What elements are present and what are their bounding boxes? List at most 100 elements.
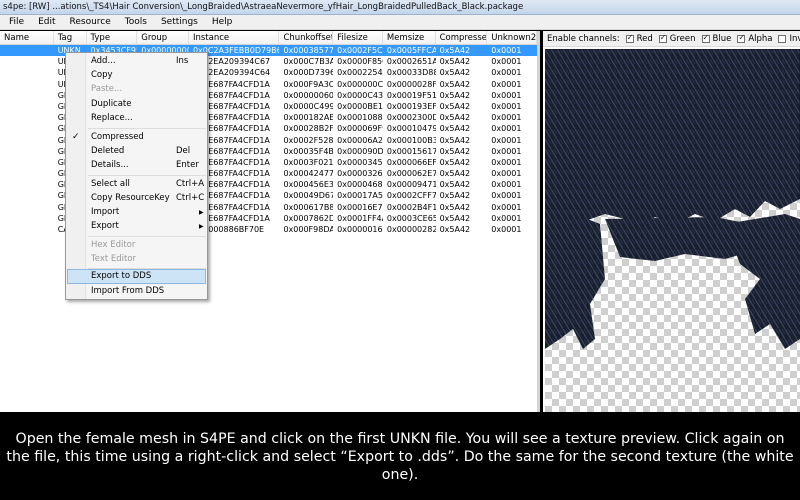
table-cell: 0x0001 (491, 79, 522, 89)
menu-item-export-to-dds[interactable]: Export to DDS (67, 269, 206, 284)
window-titlebar: s4pe: [RW] ...ations\_TS4\Hair Conversio… (0, 0, 800, 15)
col-header-chunkoffset[interactable]: Chunkoffset (279, 31, 334, 44)
table-cell: 0x0002651A (386, 57, 436, 67)
menu-item-compressed[interactable]: ✓ Compressed (66, 131, 207, 144)
hair-texture-graphic (545, 49, 800, 349)
tutorial-caption: Open the female mesh in S4PE and click o… (0, 412, 800, 500)
table-cell: 0x00000282 (386, 225, 436, 234)
menu-item-copy[interactable]: Copy (66, 69, 207, 82)
texture-preview-image (545, 49, 800, 412)
table-cell: 0x5A42 (439, 146, 471, 156)
table-cell: 0x5A42 (439, 202, 471, 212)
table-cell: 0x0001 (491, 124, 522, 134)
table-cell: 0x0001 (491, 146, 522, 156)
channel-blue-checkbox[interactable]: Blue (701, 33, 731, 44)
table-cell: 0x0000BE12 (337, 101, 383, 111)
table-cell: 0x0001 (491, 213, 522, 223)
col-header-tag[interactable]: Tag (54, 31, 87, 44)
channel-red-checkbox[interactable]: Red (625, 33, 653, 44)
menu-tools[interactable]: Tools (118, 17, 154, 27)
table-cell: 0x00009471 (386, 180, 436, 190)
table-cell: 0x0007862D (283, 213, 334, 223)
table-cell: 0x0001 (491, 113, 522, 123)
menu-settings[interactable]: Settings (154, 17, 205, 27)
table-cell: 0x0005FFCA (386, 46, 436, 55)
table-cell (0, 67, 54, 78)
menu-item-copy-resourcekey[interactable]: Copy ResourceKey Ctrl+C (66, 192, 207, 205)
resource-list-header: Name Tag Type Group Instance Chunkoffset… (0, 31, 537, 45)
table-cell: 0x0001 (491, 225, 522, 234)
menu-item-add[interactable]: Add... Ins (66, 55, 207, 68)
table-cell: 0x0001 (491, 157, 522, 167)
menu-item-details[interactable]: Details... Enter (66, 159, 207, 172)
table-cell: 0x0002B4F1 (386, 202, 436, 212)
table-cell: 0x0003F021 (283, 157, 334, 167)
table-cell: 0x00033D88 (386, 68, 436, 78)
menu-separator (88, 128, 206, 129)
menu-item-export[interactable]: Export ▶ (66, 220, 207, 233)
checkbox-icon (625, 33, 634, 43)
menu-separator (88, 175, 206, 176)
col-header-type[interactable]: Type (87, 31, 138, 44)
menu-item-replace[interactable]: Replace... (66, 112, 207, 125)
col-header-memsize[interactable]: Memsize (383, 31, 436, 44)
col-header-name[interactable]: Name (0, 31, 54, 44)
table-cell (0, 45, 54, 56)
col-header-filesize[interactable]: Filesize (333, 31, 383, 44)
table-cell (0, 90, 54, 101)
menu-item-deleted[interactable]: Deleted Del (66, 145, 207, 158)
col-header-instance[interactable]: Instance (189, 31, 280, 44)
menu-item-duplicate[interactable]: Duplicate (66, 98, 207, 111)
table-cell: 0x5A42 (439, 90, 471, 100)
table-cell (0, 224, 54, 235)
channel-invert-checkbox[interactable]: Invert (778, 34, 800, 44)
table-cell: 0x0000028F (386, 79, 436, 89)
table-cell: 0x000456E3 (283, 180, 334, 190)
channels-label: Enable channels: (547, 33, 620, 44)
menu-item-select-all[interactable]: Select all Ctrl+A (66, 178, 207, 191)
menu-edit[interactable]: Edit (31, 17, 62, 27)
table-cell: 0x0002300D (386, 113, 436, 123)
menu-bar: File Edit Resource Tools Settings Help (0, 15, 800, 30)
menu-separator (88, 236, 206, 237)
table-cell: 0x5A42 (439, 124, 471, 134)
checkbox-icon (778, 34, 787, 43)
menu-item-import[interactable]: Import ▶ (66, 206, 207, 219)
table-cell: 0x000D7396 (283, 68, 334, 78)
table-cell (0, 202, 54, 213)
table-cell: 0x00035F4B (283, 146, 334, 156)
table-cell: 0x0001 (491, 90, 522, 100)
menu-help[interactable]: Help (205, 17, 240, 27)
menu-file[interactable]: File (2, 17, 31, 27)
table-cell: 0x0003CE65 (386, 213, 436, 223)
col-header-group[interactable]: Group (137, 31, 189, 44)
menu-item-import-from-dds[interactable]: Import From DDS (66, 285, 207, 298)
table-cell: 0x5A42 (439, 79, 471, 89)
table-cell: 0x0002CFF7 (386, 191, 436, 201)
table-cell: 0x0000C499 (283, 101, 334, 111)
table-cell: 0x0000F85C (337, 57, 383, 67)
table-cell: 0x00000162 (337, 225, 383, 234)
window-title: s4pe: [RW] ...ations\_TS4\Hair Conversio… (3, 2, 524, 12)
table-cell: 0x5A42 (439, 169, 471, 179)
table-cell: 0x000069F9 (337, 124, 383, 134)
table-cell: 0x5A42 (439, 135, 471, 145)
table-cell: 0x000100B3 (386, 135, 436, 145)
table-cell: 0x000182AB (283, 113, 334, 123)
table-cell (0, 190, 54, 201)
menu-resource[interactable]: Resource (63, 17, 118, 27)
table-cell (0, 112, 54, 123)
table-cell: 0x5A42 (439, 101, 471, 111)
table-cell: 0x00015617 (386, 146, 436, 156)
table-cell: 0x0001 (491, 180, 522, 190)
channel-green-checkbox[interactable]: Green (658, 33, 696, 44)
table-cell: 0x00049D67 (283, 191, 334, 201)
table-cell (0, 101, 54, 112)
channel-alpha-checkbox[interactable]: Alpha (737, 33, 772, 44)
table-cell: 0x000F98DA (283, 225, 334, 234)
table-cell: 0x00000060 (283, 90, 334, 100)
col-header-compressed[interactable]: Compressed (436, 31, 488, 44)
col-header-unknown2[interactable]: Unknown2 (487, 31, 537, 44)
menu-item-text-editor: Text Editor (91, 254, 137, 264)
table-cell: 0x5A42 (439, 157, 471, 167)
